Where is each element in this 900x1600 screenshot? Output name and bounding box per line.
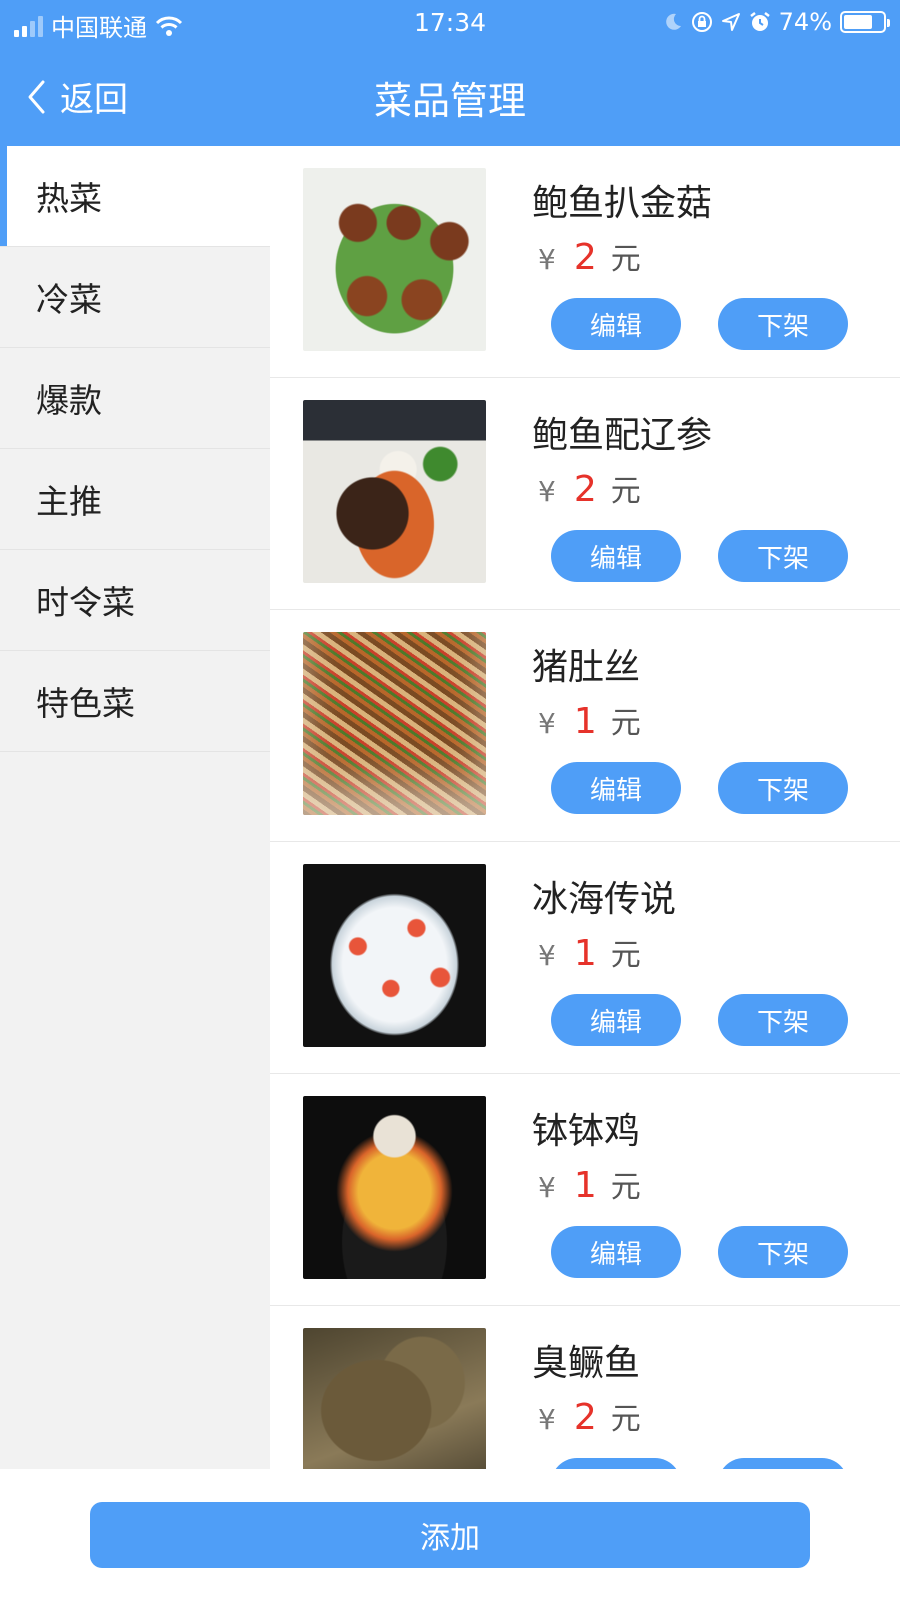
battery-icon [840, 11, 890, 33]
dish-row: 钵钵鸡 ¥ 1 元 编辑 下架 [270, 1074, 900, 1306]
delist-button[interactable]: 下架 [718, 1226, 848, 1278]
location-icon [721, 12, 741, 32]
delist-button[interactable]: 下架 [718, 762, 848, 814]
nav-bar: 返回 菜品管理 [0, 48, 900, 146]
alarm-icon [749, 11, 771, 33]
sidebar-item-featured[interactable]: 主推 [0, 449, 270, 550]
page-title: 菜品管理 [373, 79, 526, 123]
dish-photo [303, 864, 486, 1047]
sidebar-item-seasonal[interactable]: 时令菜 [0, 550, 270, 651]
dish-photo [303, 1096, 486, 1279]
status-right: 74% [663, 8, 890, 36]
dish-price: ¥ 2 元 [538, 466, 641, 510]
bottom-bar: 添加 [0, 1469, 900, 1600]
currency-symbol: ¥ [538, 939, 556, 972]
price-unit: 元 [610, 474, 641, 509]
edit-button[interactable]: 编辑 [551, 298, 681, 350]
dish-row: 臭鳜鱼 ¥ 2 元 编辑 下架 [270, 1306, 900, 1469]
sidebar-item-label: 爆款 [36, 381, 102, 420]
dish-list[interactable]: 鲍鱼扒金菇 ¥ 2 元 编辑 下架 鲍鱼配辽参 ¥ 2 元 编辑 下架 猪肚丝 … [270, 146, 900, 1469]
add-dish-button[interactable]: 添加 [90, 1502, 810, 1568]
battery-fill [844, 15, 873, 29]
dish-row: 冰海传说 ¥ 1 元 编辑 下架 [270, 842, 900, 1074]
price-value: 1 [573, 1165, 597, 1206]
sidebar-item-label: 热菜 [36, 179, 102, 218]
price-unit: 元 [610, 938, 641, 973]
currency-symbol: ¥ [538, 707, 556, 740]
price-unit: 元 [610, 1402, 641, 1437]
dish-price: ¥ 2 元 [538, 234, 641, 278]
delist-button[interactable]: 下架 [718, 1458, 848, 1469]
price-value: 2 [573, 469, 597, 510]
edit-button[interactable]: 编辑 [551, 762, 681, 814]
dish-photo [303, 632, 486, 815]
sidebar-item-cold-dishes[interactable]: 冷菜 [0, 247, 270, 348]
dish-photo [303, 400, 486, 583]
sidebar-item-bestsellers[interactable]: 爆款 [0, 348, 270, 449]
price-unit: 元 [610, 706, 641, 741]
edit-button[interactable]: 编辑 [551, 994, 681, 1046]
price-value: 1 [573, 933, 597, 974]
sidebar-item-label: 特色菜 [36, 684, 135, 723]
dish-row: 鲍鱼扒金菇 ¥ 2 元 编辑 下架 [270, 146, 900, 378]
dish-price: ¥ 1 元 [538, 698, 641, 742]
moon-icon [663, 12, 683, 32]
sidebar-item-label: 冷菜 [36, 280, 102, 319]
dish-name: 钵钵鸡 [532, 1111, 641, 1152]
currency-symbol: ¥ [538, 1403, 556, 1436]
delist-button[interactable]: 下架 [718, 994, 848, 1046]
delist-button[interactable]: 下架 [718, 298, 848, 350]
currency-symbol: ¥ [538, 1171, 556, 1204]
sidebar-item-specialty[interactable]: 特色菜 [0, 651, 270, 752]
dish-name: 臭鳜鱼 [532, 1343, 641, 1384]
dish-price: ¥ 1 元 [538, 930, 641, 974]
category-sidebar: 热菜 冷菜 爆款 主推 时令菜 特色菜 [0, 146, 270, 1469]
currency-symbol: ¥ [538, 475, 556, 508]
dish-name: 猪肚丝 [532, 647, 641, 688]
dish-name: 鲍鱼配辽参 [532, 415, 713, 456]
dish-price: ¥ 1 元 [538, 1162, 641, 1206]
price-value: 1 [573, 701, 597, 742]
price-unit: 元 [610, 242, 641, 277]
price-unit: 元 [610, 1170, 641, 1205]
edit-button[interactable]: 编辑 [551, 1458, 681, 1469]
dish-row: 猪肚丝 ¥ 1 元 编辑 下架 [270, 610, 900, 842]
dish-name: 鲍鱼扒金菇 [532, 183, 713, 224]
delist-button[interactable]: 下架 [718, 530, 848, 582]
dish-price: ¥ 2 元 [538, 1394, 641, 1438]
rotation-lock-icon [691, 11, 713, 33]
dish-row: 鲍鱼配辽参 ¥ 2 元 编辑 下架 [270, 378, 900, 610]
price-value: 2 [573, 1397, 597, 1438]
price-value: 2 [573, 237, 597, 278]
sidebar-item-hot-dishes[interactable]: 热菜 [0, 146, 270, 247]
edit-button[interactable]: 编辑 [551, 530, 681, 582]
dish-name: 冰海传说 [532, 879, 677, 920]
currency-symbol: ¥ [538, 243, 556, 276]
battery-percent: 74% [778, 8, 832, 36]
edit-button[interactable]: 编辑 [551, 1226, 681, 1278]
status-bar: 中国联通 17:34 74% [0, 0, 900, 48]
dish-photo [303, 168, 486, 351]
dish-photo [303, 1328, 486, 1469]
sidebar-item-label: 时令菜 [36, 583, 135, 622]
sidebar-item-label: 主推 [36, 482, 102, 521]
